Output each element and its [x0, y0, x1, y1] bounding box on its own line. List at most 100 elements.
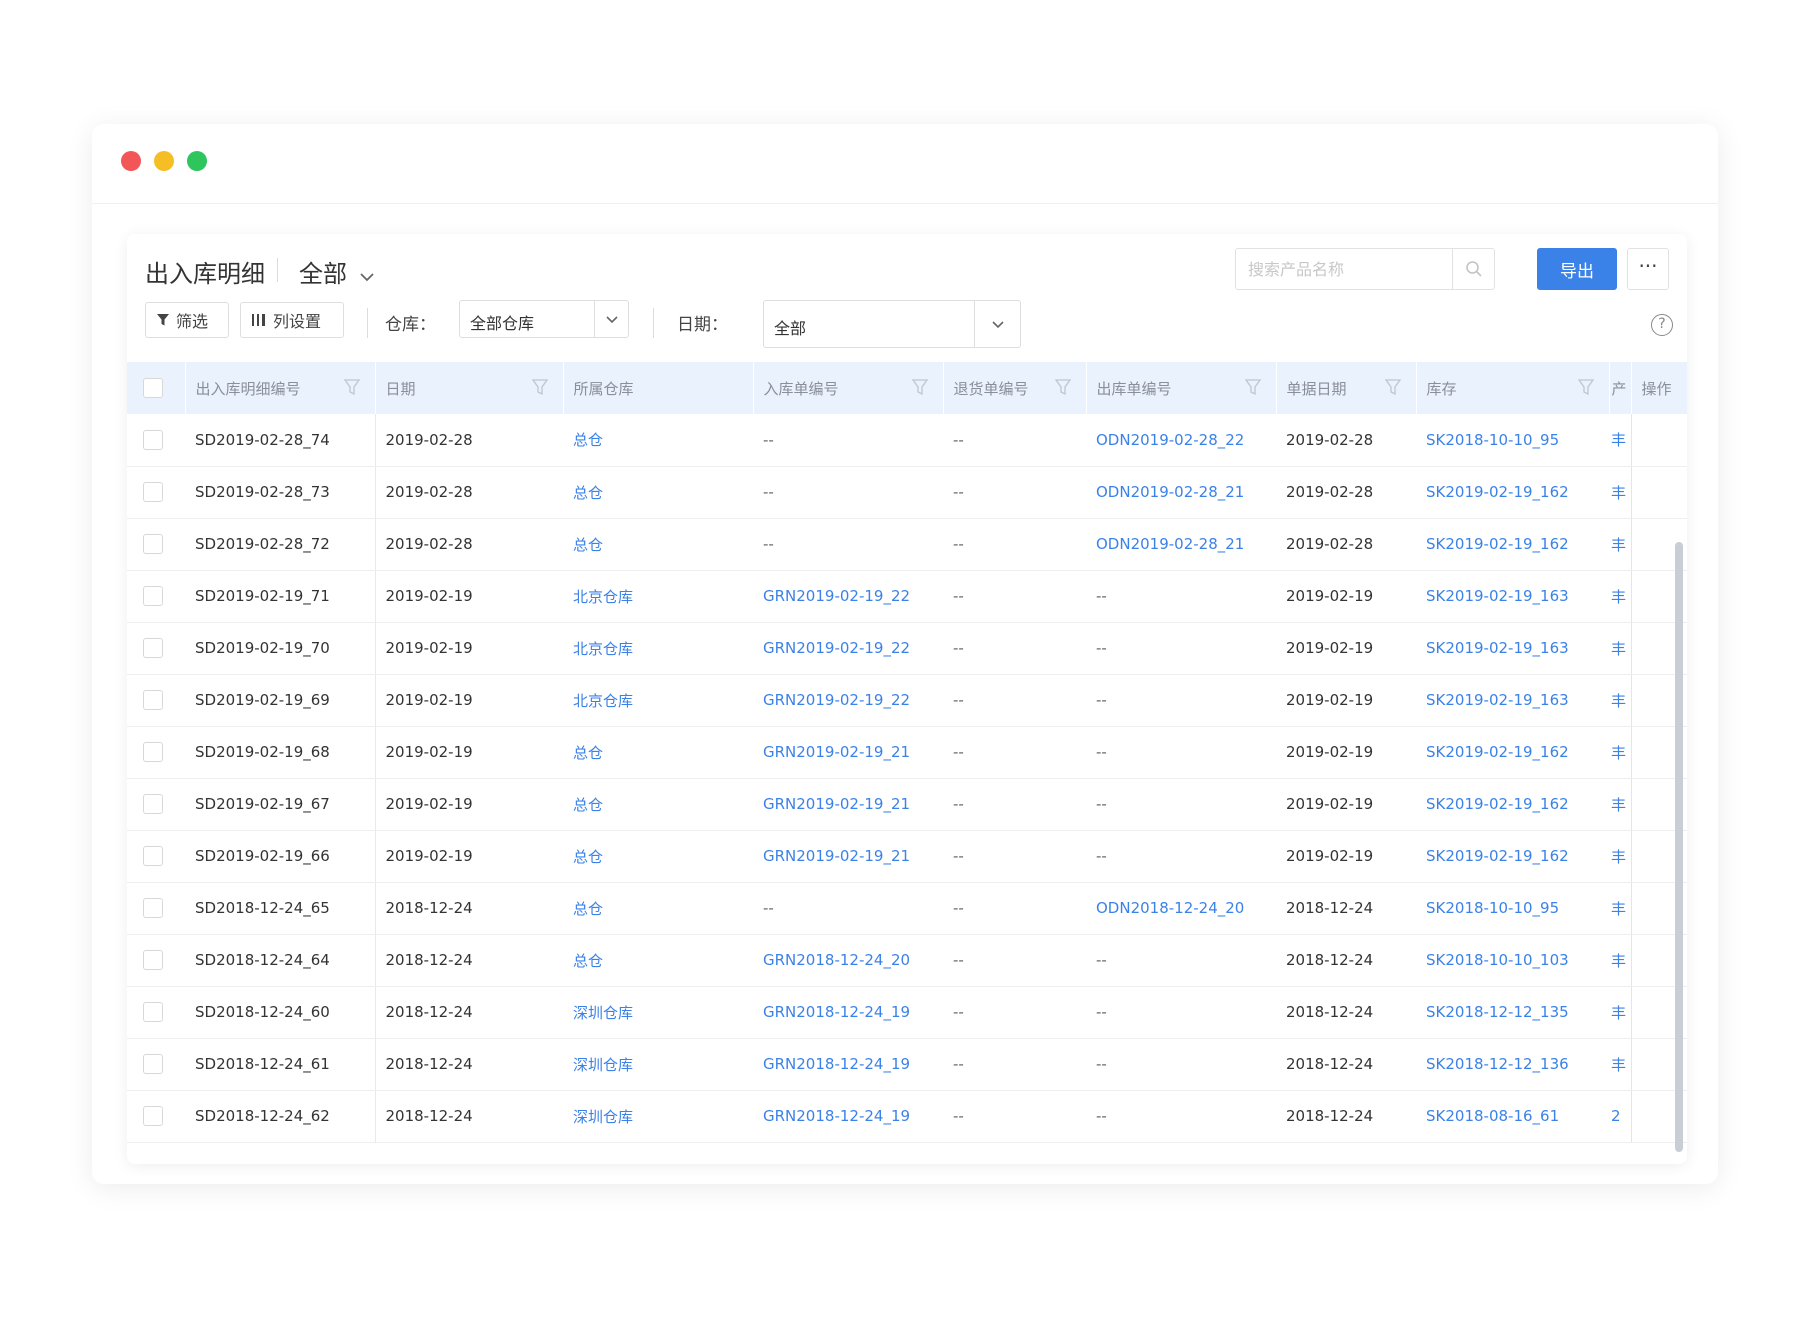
scope-dropdown[interactable]: 全部: [299, 254, 375, 289]
vertical-scrollbar[interactable]: [1675, 542, 1683, 1152]
stock-link[interactable]: SK2019-02-19_162: [1416, 830, 1609, 883]
product-cell[interactable]: 丰: [1609, 622, 1631, 675]
outbound-no-cell[interactable]: --: [1086, 1038, 1276, 1091]
row-checkbox[interactable]: [127, 622, 185, 675]
product-cell[interactable]: 丰: [1609, 882, 1631, 935]
row-checkbox[interactable]: [127, 518, 185, 571]
product-cell[interactable]: 丰: [1609, 726, 1631, 779]
product-cell[interactable]: 丰: [1609, 466, 1631, 519]
warehouse-link[interactable]: 总仓: [563, 726, 753, 779]
stock-link[interactable]: SK2019-02-19_162: [1416, 466, 1609, 519]
filter-icon[interactable]: [343, 378, 361, 400]
warehouse-link[interactable]: 总仓: [563, 830, 753, 883]
warehouse-link[interactable]: 深圳仓库: [563, 1090, 753, 1143]
date-select[interactable]: 全部: [763, 300, 1021, 348]
table-row[interactable]: SD2019-02-19_69 2019-02-19 北京仓库 GRN2019-…: [127, 674, 1687, 727]
table-row[interactable]: SD2019-02-28_74 2019-02-28 总仓 -- -- ODN2…: [127, 414, 1687, 467]
column-header[interactable]: 退货单编号: [943, 362, 1087, 414]
warehouse-link[interactable]: 北京仓库: [563, 674, 753, 727]
outbound-no-cell[interactable]: ODN2019-02-28_21: [1086, 518, 1276, 571]
product-cell[interactable]: 丰: [1609, 778, 1631, 831]
table-row[interactable]: SD2019-02-19_66 2019-02-19 总仓 GRN2019-02…: [127, 830, 1687, 883]
table-row[interactable]: SD2018-12-24_60 2018-12-24 深圳仓库 GRN2018-…: [127, 986, 1687, 1039]
outbound-no-cell[interactable]: --: [1086, 830, 1276, 883]
inbound-no-cell[interactable]: GRN2019-02-19_22: [753, 570, 943, 623]
warehouse-link[interactable]: 深圳仓库: [563, 986, 753, 1039]
outbound-no-cell[interactable]: ODN2019-02-28_22: [1086, 414, 1276, 467]
inbound-no-cell[interactable]: --: [753, 466, 943, 519]
outbound-no-cell[interactable]: --: [1086, 570, 1276, 623]
inbound-no-cell[interactable]: --: [753, 882, 943, 935]
filter-icon[interactable]: [1577, 378, 1595, 400]
product-cell[interactable]: 丰: [1609, 674, 1631, 727]
warehouse-link[interactable]: 北京仓库: [563, 570, 753, 623]
warehouse-select[interactable]: 全部仓库: [459, 300, 629, 338]
product-cell[interactable]: 丰: [1609, 570, 1631, 623]
product-cell[interactable]: 丰: [1609, 830, 1631, 883]
warehouse-link[interactable]: 总仓: [563, 934, 753, 987]
inbound-no-cell[interactable]: GRN2019-02-19_22: [753, 622, 943, 675]
filter-icon[interactable]: [1384, 378, 1402, 400]
help-icon[interactable]: ?: [1651, 314, 1673, 336]
outbound-no-cell[interactable]: ODN2018-12-24_20: [1086, 882, 1276, 935]
table-row[interactable]: SD2018-12-24_64 2018-12-24 总仓 GRN2018-12…: [127, 934, 1687, 987]
search-button[interactable]: [1452, 249, 1494, 289]
inbound-no-cell[interactable]: GRN2019-02-19_21: [753, 726, 943, 779]
stock-link[interactable]: SK2019-02-19_163: [1416, 622, 1609, 675]
table-row[interactable]: SD2019-02-19_70 2019-02-19 北京仓库 GRN2019-…: [127, 622, 1687, 675]
outbound-no-cell[interactable]: --: [1086, 622, 1276, 675]
close-window-dot[interactable]: [121, 151, 141, 171]
outbound-no-cell[interactable]: --: [1086, 726, 1276, 779]
table-row[interactable]: SD2019-02-19_71 2019-02-19 北京仓库 GRN2019-…: [127, 570, 1687, 623]
outbound-no-cell[interactable]: ODN2019-02-28_21: [1086, 466, 1276, 519]
outbound-no-cell[interactable]: --: [1086, 778, 1276, 831]
table-row[interactable]: SD2018-12-24_61 2018-12-24 深圳仓库 GRN2018-…: [127, 1038, 1687, 1091]
product-cell[interactable]: 2: [1609, 1090, 1631, 1143]
table-row[interactable]: SD2019-02-28_72 2019-02-28 总仓 -- -- ODN2…: [127, 518, 1687, 571]
product-cell[interactable]: 丰: [1609, 414, 1631, 467]
stock-link[interactable]: SK2018-10-10_95: [1416, 882, 1609, 935]
filter-icon[interactable]: [911, 378, 929, 400]
product-cell[interactable]: 丰: [1609, 934, 1631, 987]
table-row[interactable]: SD2019-02-19_67 2019-02-19 总仓 GRN2019-02…: [127, 778, 1687, 831]
warehouse-link[interactable]: 总仓: [563, 778, 753, 831]
column-header[interactable]: 单据日期: [1276, 362, 1417, 414]
column-header[interactable]: 库存: [1416, 362, 1610, 414]
inbound-no-cell[interactable]: GRN2019-02-19_21: [753, 830, 943, 883]
column-header[interactable]: 出入库明细编号: [185, 362, 376, 414]
row-checkbox[interactable]: [127, 1090, 185, 1143]
column-header[interactable]: 产: [1609, 362, 1632, 414]
outbound-no-cell[interactable]: --: [1086, 674, 1276, 727]
inbound-no-cell[interactable]: GRN2019-02-19_21: [753, 778, 943, 831]
stock-link[interactable]: SK2019-02-19_162: [1416, 778, 1609, 831]
inbound-no-cell[interactable]: GRN2018-12-24_20: [753, 934, 943, 987]
minimize-window-dot[interactable]: [154, 151, 174, 171]
export-button[interactable]: 导出: [1537, 248, 1617, 290]
outbound-no-cell[interactable]: --: [1086, 934, 1276, 987]
warehouse-link[interactable]: 深圳仓库: [563, 1038, 753, 1091]
table-row[interactable]: SD2019-02-28_73 2019-02-28 总仓 -- -- ODN2…: [127, 466, 1687, 519]
filter-button[interactable]: 筛选: [145, 302, 229, 338]
table-row[interactable]: SD2018-12-24_65 2018-12-24 总仓 -- -- ODN2…: [127, 882, 1687, 935]
stock-link[interactable]: SK2019-02-19_163: [1416, 674, 1609, 727]
stock-link[interactable]: SK2019-02-19_162: [1416, 726, 1609, 779]
more-options-button[interactable]: ···: [1627, 248, 1669, 290]
stock-link[interactable]: SK2018-10-10_95: [1416, 414, 1609, 467]
filter-icon[interactable]: [1054, 378, 1072, 400]
filter-icon[interactable]: [1244, 378, 1262, 400]
maximize-window-dot[interactable]: [187, 151, 207, 171]
inbound-no-cell[interactable]: --: [753, 414, 943, 467]
product-cell[interactable]: 丰: [1609, 518, 1631, 571]
row-checkbox[interactable]: [127, 986, 185, 1039]
row-checkbox[interactable]: [127, 830, 185, 883]
warehouse-link[interactable]: 总仓: [563, 518, 753, 571]
inbound-no-cell[interactable]: GRN2019-02-19_22: [753, 674, 943, 727]
product-cell[interactable]: 丰: [1609, 986, 1631, 1039]
row-checkbox[interactable]: [127, 466, 185, 519]
row-checkbox[interactable]: [127, 414, 185, 467]
inbound-no-cell[interactable]: --: [753, 518, 943, 571]
stock-link[interactable]: SK2018-12-12_136: [1416, 1038, 1609, 1091]
row-checkbox[interactable]: [127, 882, 185, 935]
inbound-no-cell[interactable]: GRN2018-12-24_19: [753, 1090, 943, 1143]
inbound-no-cell[interactable]: GRN2018-12-24_19: [753, 1038, 943, 1091]
